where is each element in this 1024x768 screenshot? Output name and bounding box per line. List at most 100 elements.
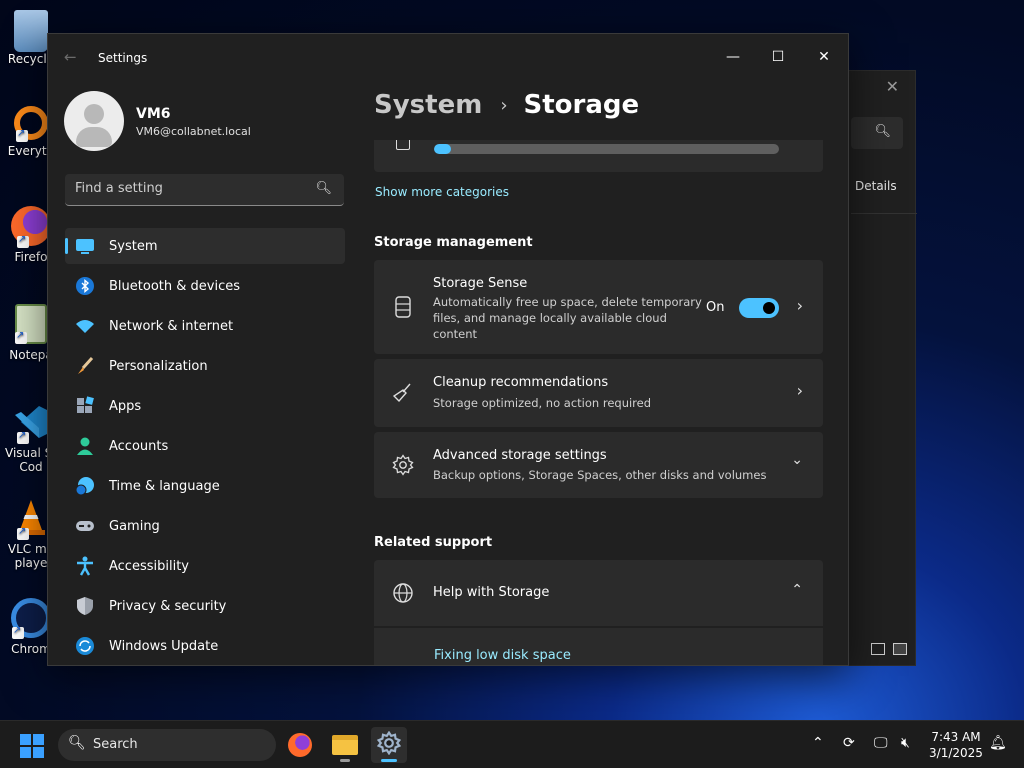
taskbar-firefox[interactable] [282, 727, 318, 763]
taskbar-search[interactable]: 🔍︎ Search [58, 729, 276, 761]
storage-category-recycle-bin[interactable]: › [374, 140, 823, 172]
accounts-icon [75, 436, 95, 456]
chevron-right-icon: › [801, 140, 807, 144]
shortcut-arrow-icon [15, 330, 27, 344]
sidebar-item-label: Apps [109, 398, 142, 414]
firefox-icon [11, 206, 51, 248]
details-view-icon[interactable] [871, 643, 885, 655]
find-setting-box[interactable]: 🔍︎ [65, 174, 344, 206]
advanced-storage-description: Backup options, Storage Spaces, other di… [433, 468, 767, 482]
back-arrow-icon[interactable]: ← [64, 48, 77, 66]
title-bar[interactable]: ← Settings — ☐ ✕ [48, 34, 848, 80]
globe-icon [392, 582, 414, 604]
advanced-storage-settings-card[interactable]: Advanced storage settings Backup options… [374, 432, 823, 498]
storage-content[interactable]: › Show more categories Storage managemen… [374, 140, 824, 665]
breadcrumb: System › Storage [374, 90, 639, 120]
sidebar-item-gaming[interactable]: Gaming [65, 508, 345, 544]
sidebar-item-label: Accounts [109, 438, 169, 454]
search-icon: 🔍︎ [315, 181, 332, 196]
close-button[interactable]: ✕ [809, 42, 839, 72]
sidebar-item-privacy[interactable]: Privacy & security [65, 588, 345, 624]
settings-window: ← Settings — ☐ ✕ VM6 VM6@collabnet.local… [47, 33, 849, 666]
gear-icon [392, 454, 414, 476]
show-more-categories-link[interactable]: Show more categories [375, 185, 509, 199]
help-with-storage-card[interactable]: Help with Storage ⌃ [374, 560, 823, 626]
chevron-down-icon[interactable]: ⌄ [791, 452, 803, 468]
sidebar-item-bluetooth[interactable]: Bluetooth & devices [65, 268, 345, 304]
taskbar-file-explorer[interactable] [327, 727, 363, 763]
search-icon: 🔍︎ [874, 124, 891, 139]
sidebar-item-label: Bluetooth & devices [109, 278, 240, 294]
shortcut-arrow-icon [17, 234, 29, 248]
sidebar-item-network[interactable]: Network & internet [65, 308, 345, 344]
taskbar-settings[interactable] [371, 727, 407, 763]
user-email: VM6@collabnet.local [136, 125, 251, 138]
sidebar-item-accounts[interactable]: Accounts [65, 428, 345, 464]
sidebar-item-label: Network & internet [109, 318, 234, 334]
vscode-icon [11, 402, 51, 444]
shortcut-arrow-icon [12, 625, 24, 639]
sidebar-item-accessibility[interactable]: Accessibility [65, 548, 345, 584]
close-icon[interactable]: ✕ [886, 77, 899, 96]
sync-alert-icon[interactable]: ⟳ [843, 735, 855, 751]
related-support-heading: Related support [374, 535, 493, 550]
fixing-low-disk-space-link[interactable]: Fixing low disk space [434, 648, 571, 663]
breadcrumb-system[interactable]: System [374, 90, 482, 120]
chevron-right-icon[interactable]: › [797, 296, 803, 315]
sidebar-item-time-language[interactable]: Time & language [65, 468, 345, 504]
maximize-button[interactable]: ☐ [763, 42, 793, 72]
shortcut-arrow-icon [17, 430, 29, 444]
storage-usage-bar [434, 144, 779, 154]
brush-icon [75, 356, 95, 376]
chevron-up-icon[interactable]: ⌃ [791, 582, 803, 598]
storage-sense-toggle[interactable] [739, 298, 779, 318]
chevron-right-icon: › [500, 94, 508, 116]
network-icon[interactable]: 🖵︎ [874, 735, 888, 751]
folder-icon [332, 735, 358, 755]
help-with-storage-title: Help with Storage [433, 585, 550, 600]
magnifier-icon [14, 106, 48, 142]
details-button[interactable]: Details [855, 179, 897, 193]
vlc-cone-icon [11, 498, 51, 540]
volume-muted-icon[interactable]: 🔇︎ [901, 735, 910, 751]
gamepad-icon [75, 516, 95, 536]
shortcut-arrow-icon [16, 128, 28, 142]
sidebar-item-label: Gaming [109, 518, 160, 534]
shortcut-arrow-icon [17, 526, 29, 540]
broom-icon [392, 381, 414, 403]
sidebar-item-personalization[interactable]: Personalization [65, 348, 345, 384]
notepad-icon [15, 304, 47, 344]
sidebar-item-system[interactable]: System [65, 228, 345, 264]
chevron-right-icon[interactable]: › [797, 381, 803, 400]
sidebar-item-windows-update[interactable]: Windows Update [65, 628, 345, 664]
sidebar-item-label: Accessibility [109, 558, 189, 574]
cleanup-recommendations-card[interactable]: Cleanup recommendations Storage optimize… [374, 359, 823, 427]
system-icon [75, 236, 95, 256]
cleanup-title: Cleanup recommendations [433, 375, 609, 390]
storage-drive-icon [392, 296, 414, 318]
chevron-up-icon[interactable]: ⌃ [812, 735, 824, 751]
sidebar-item-label: System [109, 238, 158, 254]
user-name: VM6 [136, 106, 171, 122]
notification-bell-icon[interactable]: 🔔︎ [989, 735, 1007, 751]
clock-globe-icon [75, 476, 95, 496]
storage-sense-card[interactable]: Storage Sense Automatically free up spac… [374, 260, 823, 354]
windows-logo-icon [20, 734, 31, 745]
tiles-view-icon[interactable] [893, 643, 907, 655]
storage-sense-toggle-label: On [706, 300, 725, 315]
start-button[interactable] [20, 734, 44, 758]
clock-date: 3/1/2025 [929, 746, 983, 760]
sidebar-item-label: Time & language [109, 478, 220, 494]
explorer-search-box[interactable]: 🔍︎ [851, 117, 903, 149]
clock[interactable]: 7:43 AM 3/1/2025 [928, 729, 984, 761]
avatar [64, 91, 124, 151]
minimize-button[interactable]: — [718, 42, 748, 72]
storage-sense-description: Automatically free up space, delete temp… [433, 295, 702, 341]
find-setting-input[interactable] [75, 181, 305, 196]
update-icon [75, 636, 95, 656]
sidebar-item-apps[interactable]: Apps [65, 388, 345, 424]
sidebar-item-label: Personalization [109, 358, 208, 374]
network-icon [75, 316, 95, 336]
trash-icon [396, 140, 410, 150]
advanced-storage-title: Advanced storage settings [433, 448, 607, 463]
